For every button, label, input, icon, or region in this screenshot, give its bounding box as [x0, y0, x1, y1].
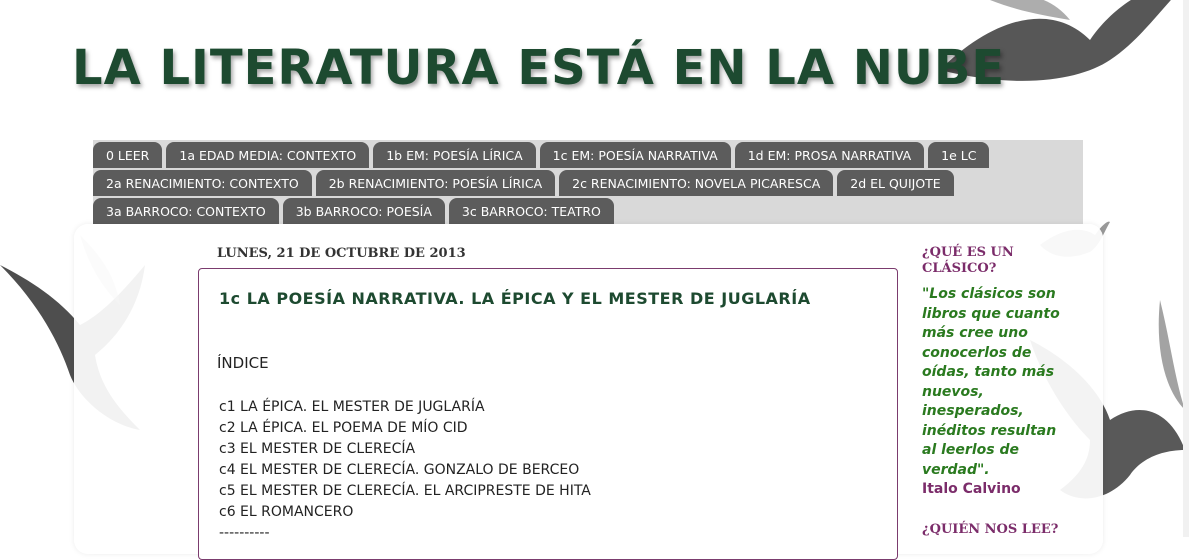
- page-scrollbar[interactable]: [1183, 0, 1189, 537]
- tab-3b-barroco-poesia[interactable]: 3b BARROCO: POESÍA: [282, 198, 445, 224]
- sidebar-quote-author: Italo Calvino: [922, 481, 1021, 497]
- post-index-heading: ÍNDICE: [217, 354, 269, 372]
- post-box: 1c LA POESÍA NARRATIVA. LA ÉPICA Y EL ME…: [198, 268, 898, 560]
- pages-tab-bar: 0 LEER 1a EDAD MEDIA: CONTEXTO 1b EM: PO…: [93, 140, 1083, 224]
- tab-1b-poesia-lirica[interactable]: 1b EM: POESÍA LÍRICA: [373, 142, 536, 168]
- index-item-c6: c6 EL ROMANCERO: [219, 504, 354, 520]
- post-date-header: LUNES, 21 DE OCTUBRE DE 2013: [217, 246, 466, 261]
- sidebar-quote: "Los clásicos son libros que cuanto más …: [922, 286, 1060, 478]
- tab-row-1: 0 LEER 1a EDAD MEDIA: CONTEXTO 1b EM: PO…: [93, 140, 993, 168]
- tab-2a-renacimiento-contexto[interactable]: 2a RENACIMIENTO: CONTEXTO: [93, 170, 312, 196]
- tab-2b-renacimiento-poesia-lirica[interactable]: 2b RENACIMIENTO: POESÍA LÍRICA: [315, 170, 556, 196]
- tab-1c-poesia-narrativa[interactable]: 1c EM: POESÍA NARRATIVA: [539, 142, 731, 168]
- index-separator: ----------: [219, 525, 270, 541]
- tab-row-3: 3a BARROCO: CONTEXTO 3b BARROCO: POESÍA …: [93, 196, 618, 224]
- sidebar: ¿QUÉ ES UN CLÁSICO? "Los clásicos son li…: [922, 245, 1072, 499]
- post-index-list: c1 LA ÉPICA. EL MESTER DE JUGLARÍA c2 LA…: [219, 397, 591, 544]
- tab-2d-el-quijote[interactable]: 2d EL QUIJOTE: [837, 170, 954, 196]
- tab-1d-prosa-narrativa[interactable]: 1d EM: PROSA NARRATIVA: [734, 142, 925, 168]
- tab-row-2: 2a RENACIMIENTO: CONTEXTO 2b RENACIMIENT…: [93, 168, 958, 196]
- index-item-c3: c3 EL MESTER DE CLERECÍA: [219, 441, 416, 457]
- index-item-c5: c5 EL MESTER DE CLERECÍA. EL ARCIPRESTE …: [219, 483, 591, 499]
- sidebar-heading-clasico: ¿QUÉ ES UN CLÁSICO?: [922, 245, 1014, 276]
- index-item-c1: c1 LA ÉPICA. EL MESTER DE JUGLARÍA: [219, 399, 485, 415]
- blog-title[interactable]: LA LITERATURA ESTÁ EN LA NUBE: [72, 40, 1005, 96]
- tab-0-leer[interactable]: 0 LEER: [93, 142, 163, 168]
- sidebar-heading-quien-nos-lee: ¿QUIÉN NOS LEE?: [922, 522, 1059, 537]
- tab-1e-lc[interactable]: 1e LC: [928, 142, 990, 168]
- index-item-c2: c2 LA ÉPICA. EL POEMA DE MÍO CID: [219, 420, 468, 436]
- post-title[interactable]: 1c LA POESÍA NARRATIVA. LA ÉPICA Y EL ME…: [219, 289, 811, 308]
- index-item-c4: c4 EL MESTER DE CLERECÍA. GONZALO DE BER…: [219, 462, 580, 478]
- tab-2c-renacimiento-novela-picaresca[interactable]: 2c RENACIMIENTO: NOVELA PICARESCA: [559, 170, 834, 196]
- tab-3a-barroco-contexto[interactable]: 3a BARROCO: CONTEXTO: [93, 198, 279, 224]
- tab-1a-edad-media-contexto[interactable]: 1a EDAD MEDIA: CONTEXTO: [166, 142, 370, 168]
- tab-3c-barroco-teatro[interactable]: 3c BARROCO: TEATRO: [448, 198, 614, 224]
